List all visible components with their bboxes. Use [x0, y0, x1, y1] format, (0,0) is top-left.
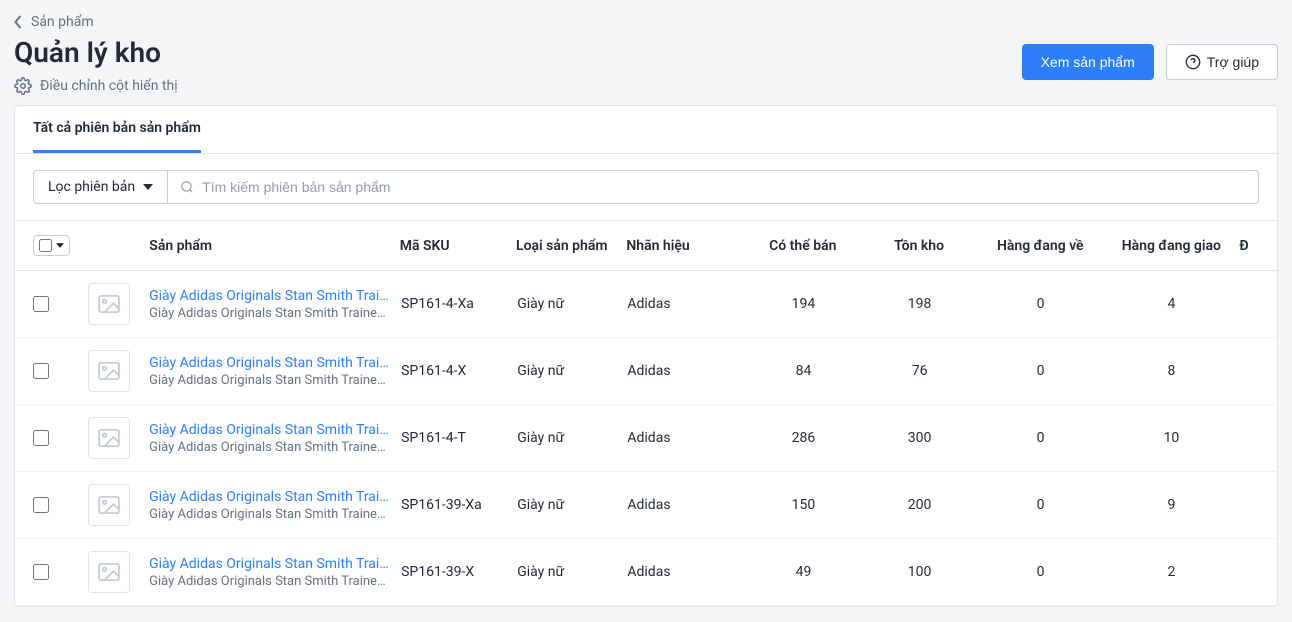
cell-outgoing: 2 [1104, 564, 1240, 580]
page-title: Quản lý kho [14, 36, 178, 69]
table-row: Giày Adidas Originals Stan Smith Trainer… [15, 271, 1277, 338]
select-all-input[interactable] [39, 239, 52, 252]
caret-down-icon [143, 184, 153, 190]
product-link[interactable]: Giày Adidas Originals Stan Smith Trainer… [149, 355, 389, 371]
cell-brand: Adidas [627, 296, 745, 312]
col-header-end: Đ [1239, 238, 1259, 254]
help-label: Trợ giúp [1207, 54, 1259, 70]
image-placeholder-icon [98, 295, 120, 313]
cell-outgoing: 10 [1104, 430, 1240, 446]
help-button[interactable]: Trợ giúp [1166, 44, 1278, 80]
cell-available: 150 [745, 497, 861, 513]
filter-label: Lọc phiên bản [48, 179, 135, 195]
cell-sku: SP161-39-Xa [401, 497, 517, 513]
product-link[interactable]: Giày Adidas Originals Stan Smith Trainer… [149, 556, 389, 572]
columns-config-button[interactable]: Điều chỉnh cột hiển thị [14, 77, 178, 95]
cell-available: 84 [745, 363, 861, 379]
image-placeholder-icon [98, 496, 120, 514]
breadcrumb-label: Sản phẩm [31, 14, 94, 30]
col-header-stock: Tồn kho [861, 238, 977, 254]
cell-available: 194 [745, 296, 861, 312]
cell-type: Giày nữ [517, 497, 627, 513]
col-header-product: Sản phẩm [149, 238, 399, 254]
cell-stock: 300 [862, 430, 978, 446]
product-thumbnail [88, 350, 130, 392]
row-checkbox[interactable] [33, 564, 49, 580]
cell-outgoing: 8 [1104, 363, 1240, 379]
cell-available: 49 [745, 564, 861, 580]
cell-type: Giày nữ [517, 296, 627, 312]
cell-incoming: 0 [978, 430, 1104, 446]
cell-sku: SP161-39-X [401, 564, 517, 580]
col-header-sku: Mã SKU [400, 238, 516, 254]
col-header-type: Loại sản phẩm [516, 238, 626, 254]
table-row: Giày Adidas Originals Stan Smith Trainer… [15, 405, 1277, 472]
select-all-checkbox[interactable] [33, 235, 70, 256]
cell-outgoing: 4 [1104, 296, 1240, 312]
help-icon [1185, 54, 1201, 70]
product-thumbnail [88, 283, 130, 325]
cell-type: Giày nữ [517, 430, 627, 446]
cell-stock: 198 [862, 296, 978, 312]
cell-brand: Adidas [627, 497, 745, 513]
product-subtitle: Giày Adidas Originals Stan Smith Trainer… [149, 574, 389, 589]
table-row: Giày Adidas Originals Stan Smith Trainer… [15, 472, 1277, 539]
product-subtitle: Giày Adidas Originals Stan Smith Trainer… [149, 306, 389, 321]
product-subtitle: Giày Adidas Originals Stan Smith Trainer… [149, 440, 389, 455]
row-checkbox[interactable] [33, 497, 49, 513]
cell-stock: 100 [862, 564, 978, 580]
cell-available: 286 [745, 430, 861, 446]
col-header-brand: Nhãn hiệu [626, 238, 744, 254]
col-header-outgoing: Hàng đang giao [1103, 238, 1239, 254]
cell-type: Giày nữ [517, 564, 627, 580]
gear-icon [14, 77, 32, 95]
table-header: Sản phẩm Mã SKU Loại sản phẩm Nhãn hiệu … [15, 220, 1277, 271]
chevron-left-icon [14, 15, 23, 29]
inventory-card: Tất cả phiên bản sản phẩm Lọc phiên bản [14, 105, 1278, 607]
search-input[interactable] [168, 170, 1259, 204]
image-placeholder-icon [98, 362, 120, 380]
cell-stock: 200 [862, 497, 978, 513]
cell-incoming: 0 [978, 497, 1104, 513]
cell-sku: SP161-4-X [401, 363, 517, 379]
table-row: Giày Adidas Originals Stan Smith Trainer… [15, 338, 1277, 405]
tab-all-variants[interactable]: Tất cả phiên bản sản phẩm [33, 106, 201, 153]
cell-incoming: 0 [978, 363, 1104, 379]
search-icon [180, 180, 194, 194]
cell-brand: Adidas [627, 564, 745, 580]
cell-incoming: 0 [978, 296, 1104, 312]
product-link[interactable]: Giày Adidas Originals Stan Smith Trainer… [149, 489, 389, 505]
product-link[interactable]: Giày Adidas Originals Stan Smith Trainer… [149, 288, 389, 304]
product-subtitle: Giày Adidas Originals Stan Smith Trainer… [149, 507, 389, 522]
cell-sku: SP161-4-T [401, 430, 517, 446]
col-header-available: Có thể bán [745, 238, 861, 254]
caret-down-icon [56, 243, 64, 248]
product-link[interactable]: Giày Adidas Originals Stan Smith Trainer… [149, 422, 389, 438]
cell-stock: 76 [862, 363, 978, 379]
product-subtitle: Giày Adidas Originals Stan Smith Trainer… [149, 373, 389, 388]
breadcrumb[interactable]: Sản phẩm [14, 14, 1278, 30]
table-row: Giày Adidas Originals Stan Smith Trainer… [15, 539, 1277, 606]
cell-outgoing: 9 [1104, 497, 1240, 513]
image-placeholder-icon [98, 563, 120, 581]
cell-incoming: 0 [978, 564, 1104, 580]
filter-variants-button[interactable]: Lọc phiên bản [33, 170, 168, 204]
product-thumbnail [88, 484, 130, 526]
row-checkbox[interactable] [33, 430, 49, 446]
product-thumbnail [88, 417, 130, 459]
row-checkbox[interactable] [33, 363, 49, 379]
cell-sku: SP161-4-Xa [401, 296, 517, 312]
cell-brand: Adidas [627, 430, 745, 446]
columns-config-label: Điều chỉnh cột hiển thị [40, 78, 178, 94]
cell-brand: Adidas [627, 363, 745, 379]
row-checkbox[interactable] [33, 296, 49, 312]
view-products-button[interactable]: Xem sản phẩm [1022, 44, 1154, 80]
image-placeholder-icon [98, 429, 120, 447]
col-header-incoming: Hàng đang về [977, 238, 1103, 254]
product-thumbnail [88, 551, 130, 593]
cell-type: Giày nữ [517, 363, 627, 379]
